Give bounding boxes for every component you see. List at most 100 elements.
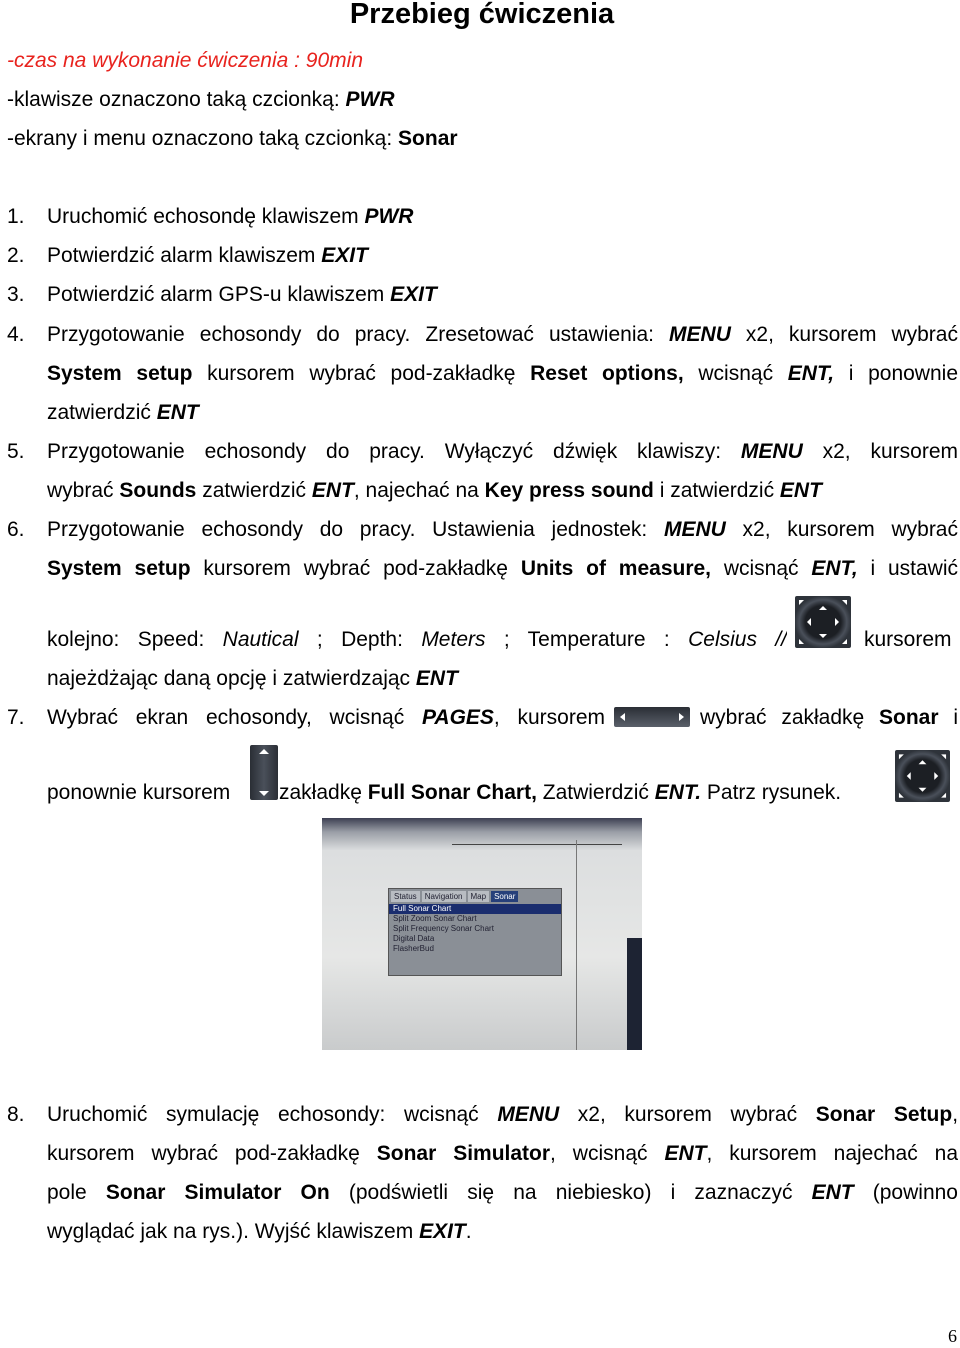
text-line: wyglądać jak na rys.). Wyjść klawiszem E…	[47, 1219, 472, 1245]
text-line: Przygotowanie echosondy do pracy. Ustawi…	[47, 517, 958, 543]
text-run: Patrz rysunek.	[701, 781, 842, 804]
key-name: ENT	[415, 667, 458, 690]
pages-menu-items: Full Sonar Chart Split Zoom Sonar Chart Sp…	[389, 904, 561, 954]
text-run: kursorem wybrać pod-zakładkę	[190, 557, 521, 580]
key-name: ENT	[664, 1142, 707, 1165]
text-line: -klawisze oznaczono taką czcionką: PWR	[7, 87, 395, 113]
text-run: kursorem wybrać pod-zakładkę	[192, 362, 531, 385]
screen-menu-item: Digital Data	[393, 934, 435, 943]
text-run: x2, kursorem wybrać	[559, 1103, 816, 1126]
key-name: ENT	[811, 1181, 854, 1204]
screen-menu-item: Split Zoom Sonar Chart	[393, 914, 477, 923]
list-number: 7.	[7, 706, 25, 729]
text-line: kursorem wybrać pod-zakładkę Sonar Simul…	[47, 1141, 958, 1167]
text-line: ponownie kursorem	[47, 780, 230, 806]
text-line: wybrać Sounds zatwierdzić ENT, najechać …	[47, 478, 822, 504]
text-run: .	[465, 1220, 472, 1243]
text-line: Przygotowanie echosondy do pracy. Wyłącz…	[47, 439, 958, 465]
text-run: x2, kursorem	[802, 440, 958, 463]
text-line: Wybrać ekran echosondy, wcisnąć PAGES, k…	[47, 705, 605, 731]
key-name: MENU	[663, 518, 726, 541]
text-run: Meters	[421, 628, 486, 651]
pages-tabs: Status Navigation Map Sonar	[389, 889, 561, 904]
screen-name: System setup	[47, 557, 191, 580]
text-run: wybrać	[47, 479, 120, 502]
screen-name: Sonar	[398, 127, 458, 150]
text-line: System setup kursorem wybrać pod-zakładk…	[47, 361, 958, 387]
text-run: , kursorem	[493, 706, 605, 729]
text-run: (powinno	[853, 1181, 958, 1204]
pages-menu: Status Navigation Map Sonar Full Sonar Char…	[388, 888, 562, 976]
text-run: i ustawić	[857, 557, 958, 580]
key-name: EXIT	[419, 1220, 466, 1243]
key-name: ENT,	[811, 557, 858, 580]
screen-name: Units of measure,	[520, 557, 712, 580]
screen-name: Sounds	[119, 479, 197, 502]
text-run: Nautical	[222, 628, 299, 651]
text-line: zatwierdzić ENT	[47, 400, 199, 426]
list-number: 6.	[7, 518, 25, 541]
text-run: kursorem	[864, 628, 952, 651]
text-run: ponownie kursorem	[47, 781, 231, 804]
text-line: Przygotowanie echosondy do pracy. Zreset…	[47, 322, 958, 348]
text-run: -czas na wykonanie ćwiczenia : 90min	[7, 49, 363, 72]
screen-tab: Sonar	[491, 891, 519, 902]
depth-scale	[576, 840, 577, 1050]
list-number: 3.	[7, 283, 25, 306]
text-run: , najechać na	[353, 479, 485, 502]
text-run: najeżdżając daną opcję i zatwierdzając	[47, 667, 416, 690]
text-run: wybrać zakładkę	[700, 706, 880, 729]
up-down-key-icon	[250, 745, 278, 800]
text-run: Potwierdzić alarm GPS-u klawiszem	[47, 283, 391, 306]
text-run: Celsius //	[688, 628, 787, 651]
key-name: MENU	[669, 323, 731, 346]
text-run: Uruchomić symulację echosondy: wcisnąć	[47, 1103, 498, 1126]
text-line: Uruchomić echosondę klawiszem PWR	[47, 204, 413, 230]
text-run: (podświetli się na niebiesko) i zaznaczy…	[329, 1181, 812, 1204]
text-line: pole Sonar Simulator On (podświetli się …	[47, 1180, 958, 1206]
text-run: ; Temperature :	[485, 628, 689, 651]
text-run: i zatwierdzić	[653, 479, 780, 502]
screen-name: Full Sonar Chart,	[367, 781, 537, 804]
text-run: Potwierdzić alarm klawiszem	[47, 244, 322, 267]
screen-tab: Map	[467, 891, 490, 902]
screen-menu-item: Full Sonar Chart	[389, 904, 561, 914]
text-line: Uruchomić symulację echosondy: wcisnąć M…	[47, 1102, 958, 1128]
text-run: -klawisze oznaczono taką czcionką:	[7, 88, 346, 111]
text-run: wyglądać jak na rys.). Wyjść klawiszem	[47, 1220, 420, 1243]
key-name: MENU	[740, 440, 803, 463]
dpad-icon	[895, 750, 950, 802]
page-number: 6	[948, 1326, 957, 1346]
text-line: zakładkę Full Sonar Chart, Zatwierdzić E…	[279, 780, 841, 806]
key-name: ENT.	[654, 781, 702, 804]
text-run: x2, kursorem wybrać	[725, 518, 958, 541]
screen-name: Reset options,	[530, 362, 684, 385]
key-name: ENT	[311, 479, 354, 502]
text-run: Wybrać ekran echosondy, wcisnąć	[47, 706, 422, 729]
text-run: wcisnąć	[683, 362, 788, 385]
text-run: zatwierdzić	[196, 479, 312, 502]
text-run: i	[938, 706, 958, 729]
text-line: -czas na wykonanie ćwiczenia : 90min	[7, 48, 363, 74]
key-name: ENT,	[787, 362, 835, 385]
text-run: pole	[47, 1181, 106, 1204]
text-run: Zatwierdzić	[536, 781, 655, 804]
text-run: wcisnąć	[711, 557, 812, 580]
text-line: wybrać zakładkę Sonar i	[700, 705, 958, 731]
text-line: Potwierdzić alarm GPS-u klawiszem EXIT	[47, 282, 437, 308]
dpad-icon	[795, 596, 851, 648]
depth-line	[452, 844, 622, 845]
text-run: Przygotowanie echosondy do pracy. Ustawi…	[47, 518, 664, 541]
text-run: Uruchomić echosondę klawiszem	[47, 205, 365, 228]
screen-name: Sonar	[879, 706, 939, 729]
screen-name: Sonar Simulator On	[105, 1181, 330, 1204]
screen-name: Sonar Simulator	[376, 1142, 551, 1165]
key-name: PWR	[345, 88, 395, 111]
text-line: kolejno: Speed: Nautical ; Depth: Meters…	[47, 627, 787, 653]
text-run: Przygotowanie echosondy do pracy. Wyłącz…	[47, 440, 741, 463]
list-number: 1.	[7, 205, 25, 228]
text-run: zakładkę	[279, 781, 368, 804]
text-run: kolejno: Speed:	[47, 628, 223, 651]
key-name: EXIT	[390, 283, 437, 306]
list-number: 4.	[7, 323, 25, 346]
